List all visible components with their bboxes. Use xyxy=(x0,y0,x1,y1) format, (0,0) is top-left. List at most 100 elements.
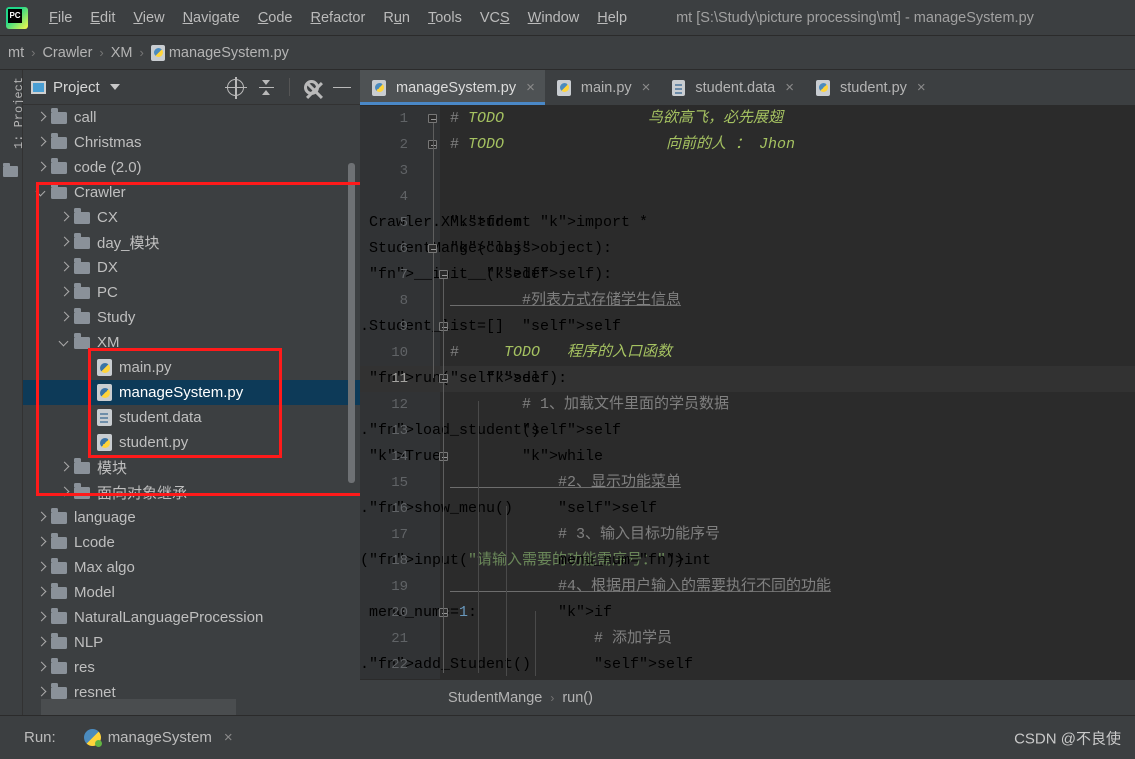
breadcrumb-item-xm[interactable]: XM xyxy=(111,45,133,61)
code-line[interactable]: 5 "k">from Crawler.XM.student "k">import … xyxy=(360,210,1135,236)
chevron-right-icon[interactable] xyxy=(35,586,48,599)
chevron-right-icon[interactable] xyxy=(58,311,71,324)
breadcrumb-class[interactable]: StudentMange xyxy=(448,690,542,706)
close-icon[interactable]: × xyxy=(224,729,233,746)
tree-row-maxalgo[interactable]: Max algo xyxy=(23,555,360,580)
tree-row-lcode[interactable]: Lcode xyxy=(23,530,360,555)
chevron-right-icon[interactable] xyxy=(58,261,71,274)
chevron-right-icon[interactable] xyxy=(35,511,48,524)
menu-window[interactable]: Window xyxy=(519,7,589,29)
tree-row-managesystem.py[interactable]: manageSystem.py xyxy=(23,380,360,405)
breadcrumb-item-root[interactable]: mt xyxy=(8,45,24,61)
code-line[interactable]: 14 "k">while "k">True: xyxy=(360,444,1135,470)
code-line[interactable]: 15 #2、显示功能菜单 xyxy=(360,470,1135,496)
code-line[interactable]: 1 # TODO 鸟欲高飞，必先展翅 xyxy=(360,106,1135,132)
tree-row-cx[interactable]: CX xyxy=(23,205,360,230)
tree-row-nlp[interactable]: NLP xyxy=(23,630,360,655)
close-icon[interactable]: × xyxy=(917,79,926,96)
tree-row-code2.0[interactable]: code (2.0) xyxy=(23,155,360,180)
chevron-right-icon[interactable] xyxy=(58,211,71,224)
fold-marker-icon[interactable] xyxy=(439,270,448,279)
code-line[interactable]: 10 # TODO 程序的入口函数 xyxy=(360,340,1135,366)
code-content[interactable]: 1 # TODO 鸟欲高飞，必先展翅 2 # TODO 向前的人 ： Jhon 3 4 5 "… xyxy=(360,106,1135,679)
code-line[interactable]: 16 "self">self ."fn">show_menu() xyxy=(360,496,1135,522)
chevron-right-icon[interactable] xyxy=(35,686,48,699)
chevron-right-icon[interactable] xyxy=(58,486,71,499)
tree-scrollbar[interactable] xyxy=(348,163,355,483)
tree-row-crawler[interactable]: Crawler xyxy=(23,180,360,205)
minimize-icon[interactable] xyxy=(333,79,351,96)
tree-row-[interactable]: 面向对象继承 xyxy=(23,480,360,505)
tab-manageSystem-py[interactable]: manageSystem.py × xyxy=(360,70,545,105)
menu-tools[interactable]: Tools xyxy=(419,7,471,29)
menu-view[interactable]: View xyxy=(124,7,173,29)
chevron-right-icon[interactable] xyxy=(58,461,71,474)
tab-main-py[interactable]: main.py × xyxy=(545,70,661,105)
tree-row-dx[interactable]: DX xyxy=(23,255,360,280)
locate-target-icon[interactable] xyxy=(225,76,247,99)
code-line[interactable]: 20 "k">if menu_num==1: xyxy=(360,600,1135,626)
menu-code[interactable]: Code xyxy=(249,7,302,29)
code-line[interactable]: 13 "self">self ."fn">load_student() xyxy=(360,418,1135,444)
code-line[interactable]: 11 "k">def "fn">run("self">self): xyxy=(360,366,1135,392)
chevron-down-icon[interactable] xyxy=(109,84,120,90)
fold-marker-icon[interactable] xyxy=(428,244,437,253)
menu-edit[interactable]: Edit xyxy=(81,7,124,29)
breadcrumb-item-file[interactable]: manageSystem.py xyxy=(169,45,289,61)
chevron-right-icon[interactable] xyxy=(35,536,48,549)
settings-gear-icon[interactable] xyxy=(304,79,319,95)
tree-row-call[interactable]: call xyxy=(23,105,360,130)
tree-row-day_[interactable]: day_模块 xyxy=(23,230,360,255)
tree-row-student.py[interactable]: student.py xyxy=(23,430,360,455)
code-line[interactable]: 18 menu_num="fn">int ("fn">input("请输入需要的功… xyxy=(360,548,1135,574)
chevron-down-icon[interactable] xyxy=(58,336,71,349)
tree-row-christmas[interactable]: Christmas xyxy=(23,130,360,155)
code-line[interactable]: 17 # 3、输入目标功能序号 xyxy=(360,522,1135,548)
run-config-tab[interactable]: manageSystem × xyxy=(83,729,233,747)
chevron-right-icon[interactable] xyxy=(35,161,48,174)
code-line[interactable]: 3 xyxy=(360,158,1135,184)
code-line[interactable]: 21 # 添加学员 xyxy=(360,626,1135,652)
chevron-right-icon[interactable] xyxy=(58,286,71,299)
code-line[interactable]: 6 "k">class StudentMange("obj">object): xyxy=(360,236,1135,262)
code-editor[interactable]: 1 # TODO 鸟欲高飞，必先展翅 2 # TODO 向前的人 ： Jhon 3 4 5 "… xyxy=(360,106,1135,679)
tree-row-xm[interactable]: XM xyxy=(23,330,360,355)
close-icon[interactable]: × xyxy=(526,79,535,96)
tab-student-data[interactable]: student.data × xyxy=(660,70,804,105)
breadcrumb-item-crawler[interactable]: Crawler xyxy=(42,45,92,61)
breadcrumb-method[interactable]: run() xyxy=(562,690,593,706)
chevron-right-icon[interactable] xyxy=(58,236,71,249)
chevron-down-icon[interactable] xyxy=(35,186,48,199)
chevron-right-icon[interactable] xyxy=(35,136,48,149)
tree-row-main.py[interactable]: main.py xyxy=(23,355,360,380)
chevron-right-icon[interactable] xyxy=(35,636,48,649)
chevron-right-icon[interactable] xyxy=(35,111,48,124)
code-line[interactable]: 12 # 1、加载文件里面的学员数据 xyxy=(360,392,1135,418)
collapse-all-icon[interactable] xyxy=(258,79,275,96)
code-line[interactable]: 4 xyxy=(360,184,1135,210)
chevron-right-icon[interactable] xyxy=(35,561,48,574)
tree-row-language[interactable]: language xyxy=(23,505,360,530)
tree-row-model[interactable]: Model xyxy=(23,580,360,605)
tree-row-student.data[interactable]: student.data xyxy=(23,405,360,430)
chevron-right-icon[interactable] xyxy=(35,611,48,624)
menu-help[interactable]: Help xyxy=(588,7,636,29)
menu-refactor[interactable]: Refactor xyxy=(302,7,375,29)
close-icon[interactable]: × xyxy=(642,79,651,96)
code-line[interactable]: 8 #列表方式存储学生信息 xyxy=(360,288,1135,314)
tree-row-[interactable]: 模块 xyxy=(23,455,360,480)
chevron-right-icon[interactable] xyxy=(35,661,48,674)
menu-navigate[interactable]: Navigate xyxy=(174,7,249,29)
tree-row-naturallanguageprocession[interactable]: NaturalLanguageProcession xyxy=(23,605,360,630)
code-line[interactable]: 19 #4、根据用户输入的需要执行不同的功能 xyxy=(360,574,1135,600)
fold-marker-icon[interactable] xyxy=(428,114,437,123)
tree-row-pc[interactable]: PC xyxy=(23,280,360,305)
code-line[interactable]: 7 "k">def "fn">__init__("self">self): xyxy=(360,262,1135,288)
close-icon[interactable]: × xyxy=(785,79,794,96)
tree-row-res[interactable]: res xyxy=(23,655,360,680)
menu-run[interactable]: Run xyxy=(374,7,419,29)
tree-row-study[interactable]: Study xyxy=(23,305,360,330)
tab-student-py[interactable]: student.py × xyxy=(804,70,936,105)
code-line[interactable]: 9 "self">self.Student_list=[] xyxy=(360,314,1135,340)
code-line[interactable]: 2 # TODO 向前的人 ： Jhon xyxy=(360,132,1135,158)
